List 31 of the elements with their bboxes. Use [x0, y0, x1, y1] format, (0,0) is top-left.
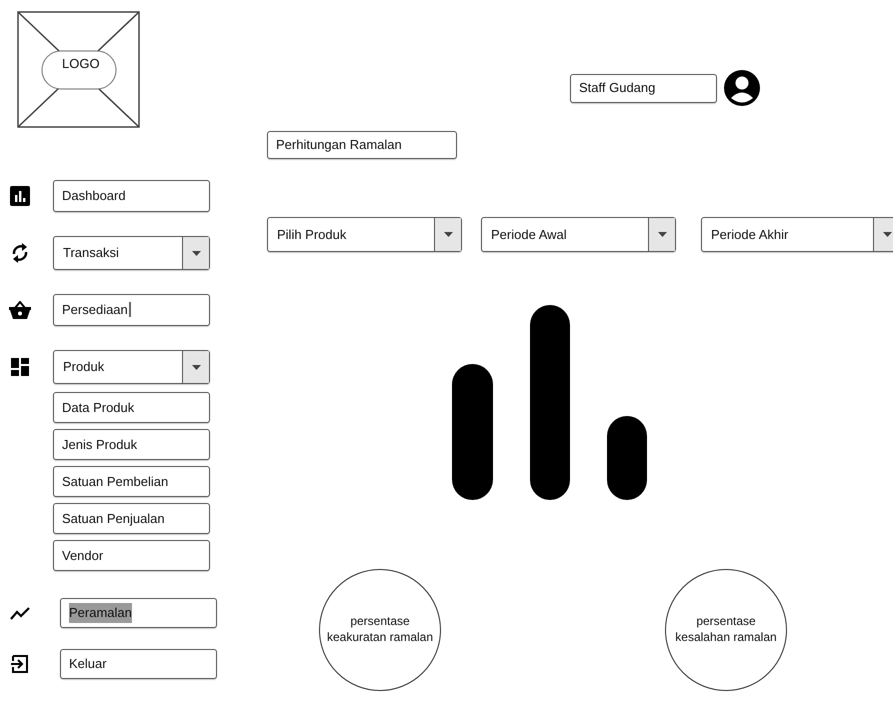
user-avatar-icon [723, 69, 761, 107]
caret-icon [444, 232, 452, 237]
submenu-item[interactable]: Vendor [53, 540, 210, 571]
submenu-item[interactable]: Satuan Pembelian [53, 466, 210, 497]
dropdown[interactable]: Produk [53, 350, 210, 384]
user-role-label: Staff Gudang [570, 74, 717, 102]
menu-item[interactable]: Keluar [60, 649, 217, 679]
sync-icon [10, 242, 30, 264]
caret-icon [192, 364, 200, 370]
dropdown[interactable]: Pilih Produk [267, 217, 462, 252]
logout-icon [11, 655, 29, 673]
indicator-label: persentase keakuratan ramalan [326, 614, 434, 646]
submenu-item[interactable]: Data Produk [53, 392, 210, 423]
submenu-item[interactable]: Satuan Penjualan [53, 503, 210, 534]
caret-icon [882, 232, 892, 237]
menu-item[interactable]: Persediaan [53, 294, 210, 326]
page-title: Perhitungan Ramalan [267, 131, 457, 159]
bar-chart-icon [10, 186, 30, 206]
caret-icon [192, 250, 200, 256]
trend-line-icon [10, 606, 30, 620]
logo-text: LOGO [62, 55, 100, 73]
basket-icon [9, 301, 31, 319]
indicator-label: persentase kesalahan ramalan [674, 614, 778, 646]
caret-icon [658, 232, 666, 237]
dropdown[interactable]: Periode Awal [481, 217, 676, 252]
dropdown[interactable]: Periode Akhir [701, 217, 893, 252]
menu-item[interactable]: Peramalan [60, 598, 217, 628]
submenu-item[interactable]: Jenis Produk [53, 429, 210, 460]
grid-icon [11, 358, 29, 376]
menu-item[interactable]: Dashboard [53, 180, 210, 212]
dropdown[interactable]: Transaksi [53, 236, 210, 270]
